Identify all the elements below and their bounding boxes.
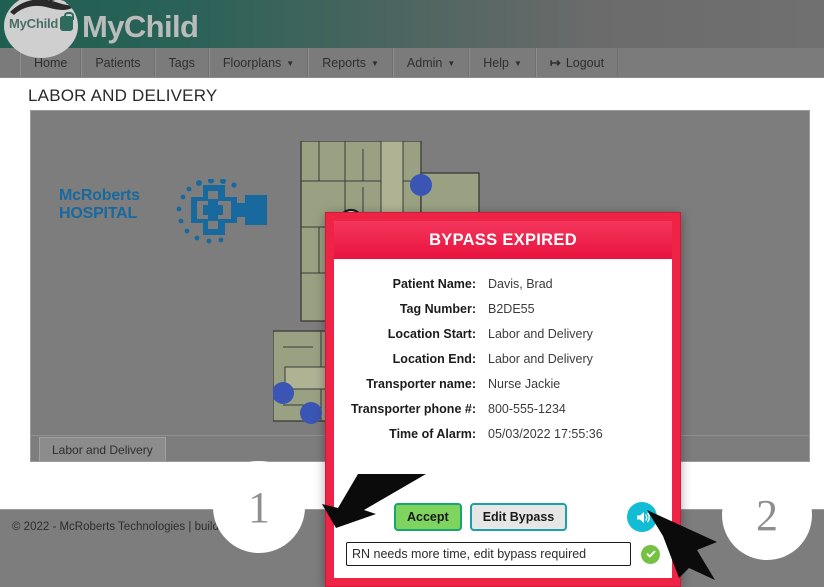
edit-bypass-button[interactable]: Edit Bypass: [469, 503, 568, 531]
field-label: Location Start:: [387, 327, 476, 341]
chevron-down-icon: ▼: [371, 58, 379, 68]
dialog-body: Patient Name: Davis, Brad Tag Number: B2…: [334, 259, 672, 497]
field-label: Tag Number:: [399, 302, 476, 316]
dialog-title: BYPASS EXPIRED: [429, 230, 577, 249]
callout-number-1: 1: [213, 461, 305, 553]
chevron-down-icon: ▼: [514, 58, 522, 68]
field-tag-number: Tag Number: B2DE55: [346, 302, 660, 316]
field-transporter-phone: Transporter phone #: 800-555-1234: [346, 402, 660, 416]
field-label: Transporter name:: [366, 377, 476, 391]
nav-item-help[interactable]: Help ▼: [469, 48, 536, 77]
hospital-logo-line2: HOSPITAL: [59, 205, 138, 222]
nav-label: Reports: [322, 55, 366, 70]
arrow-pointing-accept-button: [322, 474, 426, 528]
hospital-logo: McRoberts HOSPITAL: [59, 171, 289, 251]
field-value: 05/03/2022 17:55:36: [488, 427, 603, 441]
callout-number-2: 2: [722, 470, 812, 560]
field-value: Davis, Brad: [488, 277, 553, 291]
field-label: Transporter phone #:: [350, 402, 476, 416]
nav-label: Admin: [406, 55, 443, 70]
bypass-note-input[interactable]: [346, 542, 631, 566]
field-label: Location End:: [392, 352, 476, 366]
site-header: MyChild MyChild: [0, 0, 824, 58]
hospital-cross-icon: [176, 179, 267, 244]
callout-label: 2: [756, 490, 778, 540]
brand[interactable]: MyChild MyChild: [4, 0, 199, 58]
callout-label: 1: [248, 482, 270, 532]
page-title: LABOR AND DELIVERY: [28, 86, 218, 105]
field-location-end: Location End: Labor and Delivery: [346, 352, 660, 366]
floorplan-tab-labor-and-delivery[interactable]: Labor and Delivery: [39, 437, 166, 461]
field-value: Nurse Jackie: [488, 377, 561, 391]
dialog-header: BYPASS EXPIRED: [334, 221, 672, 259]
tag-marker: [300, 402, 322, 424]
footer-copyright: © 2022 - McRoberts Technologies | build: [12, 521, 219, 533]
field-value: B2DE55: [488, 302, 535, 316]
chevron-down-icon: ▼: [447, 58, 456, 68]
field-transporter-name: Transporter name: Nurse Jackie: [346, 377, 660, 391]
nav-item-logout[interactable]: ↦ Logout: [535, 48, 619, 77]
field-value: 800-555-1234: [488, 402, 566, 416]
chevron-down-icon: ▼: [286, 58, 295, 68]
nav-label: Floorplans: [222, 55, 282, 70]
tag-marker: [410, 174, 432, 196]
nav-label: Help: [483, 55, 509, 70]
field-value: Labor and Delivery: [488, 352, 593, 366]
nav-label: Logout: [565, 55, 605, 70]
app-root: MyChild MyChild Home Patients Tags Floor…: [0, 0, 824, 587]
field-time-of-alarm: Time of Alarm: 05/03/2022 17:55:36: [346, 427, 660, 441]
field-patient-name: Patient Name: Davis, Brad: [346, 277, 660, 291]
tag-marker: [273, 382, 294, 404]
field-label: Time of Alarm:: [389, 427, 476, 441]
nav-item-admin[interactable]: Admin ▼: [392, 48, 470, 77]
logo-badge-text: MyChild: [9, 16, 59, 31]
logout-icon: ↦: [549, 54, 561, 70]
field-location-start: Location Start: Labor and Delivery: [346, 327, 660, 341]
dialog-note-row: [334, 532, 672, 578]
lock-icon: [60, 12, 74, 31]
brand-title: MyChild: [82, 9, 199, 44]
field-value: Labor and Delivery: [488, 327, 593, 341]
nav-item-floorplans[interactable]: Floorplans ▼: [208, 48, 309, 77]
field-label: Patient Name:: [392, 277, 476, 291]
mychild-stork-logo: MyChild: [4, 0, 78, 58]
floorplan-tab-label: Labor and Delivery: [52, 442, 153, 457]
arrow-pointing-check-badge: [647, 510, 717, 580]
nav-item-reports[interactable]: Reports ▼: [308, 48, 393, 77]
hospital-logo-line1: McRoberts: [59, 187, 140, 204]
